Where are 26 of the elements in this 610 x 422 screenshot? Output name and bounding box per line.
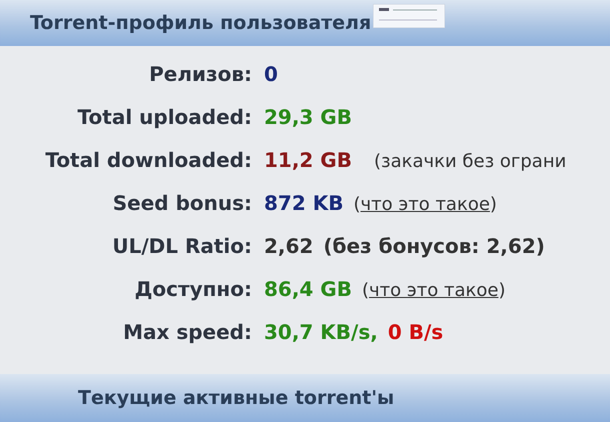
field-value: 29,3 GB <box>264 105 352 129</box>
field-label: Total uploaded: <box>76 105 252 129</box>
section-title: Текущие активные torrent'ы <box>78 387 394 409</box>
help-note: ( <box>353 194 360 215</box>
field-value: 86,4 GB <box>264 277 352 301</box>
field-label: Релизов: <box>148 62 252 86</box>
field-value: 872 KB <box>264 191 344 215</box>
help-link[interactable]: что это такое <box>369 280 498 301</box>
field-label: Seed bonus: <box>112 191 252 215</box>
help-note: ) <box>498 280 506 301</box>
help-note: ) <box>490 194 497 215</box>
field-value: 0 B/s <box>388 320 444 344</box>
field-value: 30,7 KB/s, <box>264 320 378 344</box>
window-icon <box>373 4 446 28</box>
field-value: 2,62 <box>264 234 314 258</box>
field-value: 0 <box>264 62 278 86</box>
field-label: Доступно: <box>134 277 252 301</box>
field-label: Max speed: <box>122 320 252 344</box>
help-link[interactable]: что это такое <box>360 194 490 215</box>
download-note: (закачки без ограни <box>374 151 566 172</box>
field-value: 11,2 GB <box>264 148 352 172</box>
header-title: Torrent-профиль пользователя <box>30 12 372 34</box>
ratio-note: (без бонусов: 2,62) <box>323 234 545 258</box>
field-label: Total downloaded: <box>44 148 252 172</box>
help-note: ( <box>362 280 369 301</box>
field-label: UL/DL Ratio: <box>111 234 252 258</box>
